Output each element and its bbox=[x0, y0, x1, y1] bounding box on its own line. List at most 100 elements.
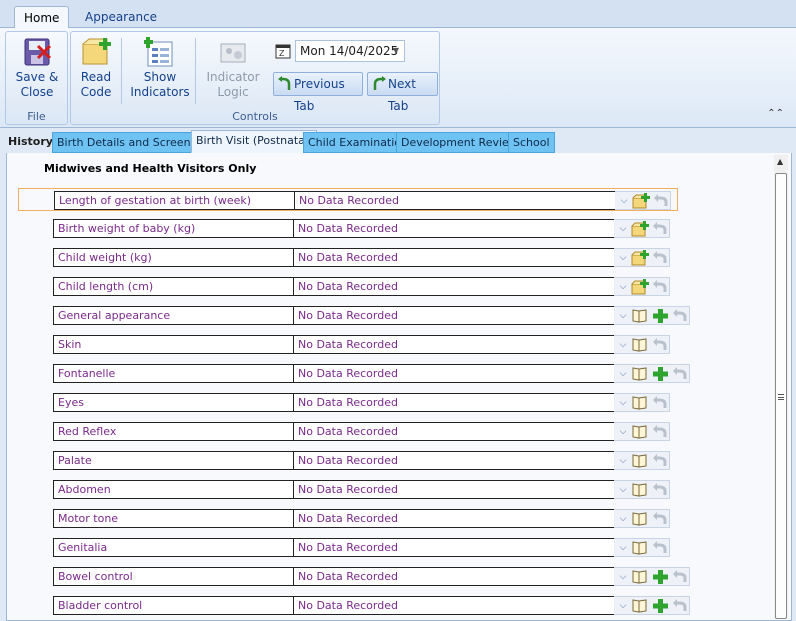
plus-icon[interactable] bbox=[651, 307, 669, 324]
save-close-label-1: Save & bbox=[15, 70, 59, 84]
picklist-book-icon[interactable] bbox=[631, 307, 649, 324]
picklist-book-icon[interactable] bbox=[631, 539, 649, 556]
plus-icon[interactable] bbox=[651, 568, 669, 585]
table-row[interactable]: Birth weight of baby (kg) No Data Recorde… bbox=[18, 217, 678, 240]
plus-icon[interactable] bbox=[651, 365, 669, 382]
undo-icon bbox=[651, 539, 669, 556]
chevron-down-icon[interactable]: ⌵ bbox=[617, 601, 629, 611]
picklist-book-icon[interactable] bbox=[631, 510, 649, 527]
tab-development-review[interactable]: Development Review bbox=[396, 132, 523, 153]
picklist-book-icon[interactable] bbox=[631, 394, 649, 411]
row-value[interactable]: No Data Recorded bbox=[293, 364, 614, 383]
chevron-down-icon[interactable]: ⌵ bbox=[617, 543, 629, 553]
chevron-down-icon[interactable]: ⌵ bbox=[617, 224, 629, 234]
table-row[interactable]: Red Reflex No Data Recorded ⌵ bbox=[18, 420, 678, 443]
table-row[interactable]: Bowel control No Data Recorded ⌵ bbox=[18, 565, 690, 588]
tab-birth-visit[interactable]: Birth Visit (Postnatal) bbox=[191, 130, 318, 153]
indicator-logic-button[interactable]: Indicator Logic bbox=[205, 36, 261, 100]
chevron-down-icon[interactable]: ⌵ bbox=[617, 572, 629, 582]
picklist-book-icon[interactable] bbox=[631, 365, 649, 382]
undo-icon bbox=[651, 336, 669, 353]
table-row[interactable]: Abdomen No Data Recorded ⌵ bbox=[18, 478, 678, 501]
row-label: Child length (cm) bbox=[53, 277, 294, 296]
chevron-down-icon[interactable]: ⌵ bbox=[617, 514, 629, 524]
picklist-book-icon[interactable] bbox=[631, 481, 649, 498]
add-value-icon[interactable] bbox=[631, 220, 649, 237]
row-value[interactable]: No Data Recorded bbox=[293, 335, 614, 354]
picklist-book-icon[interactable] bbox=[631, 597, 649, 614]
tab-school[interactable]: School bbox=[508, 132, 555, 153]
date-picker[interactable]: Mon 14/04/2025 ▼ bbox=[295, 40, 405, 62]
chevron-down-icon[interactable]: ⌵ bbox=[617, 369, 629, 379]
row-tools: ⌵ bbox=[614, 306, 690, 325]
add-value-icon[interactable] bbox=[632, 192, 650, 209]
ribbon-tab-home[interactable]: Home bbox=[14, 6, 70, 29]
table-row[interactable]: Palate No Data Recorded ⌵ bbox=[18, 449, 678, 472]
chevron-down-icon[interactable]: ▼ bbox=[393, 41, 399, 61]
scroll-up-icon[interactable]: ▲ bbox=[777, 157, 783, 166]
row-value[interactable]: No Data Recorded bbox=[293, 451, 614, 470]
row-value[interactable]: No Data Recorded bbox=[293, 596, 614, 615]
chevron-down-icon[interactable]: ⌵ bbox=[617, 340, 629, 350]
table-row[interactable]: Length of gestation at birth (week) No Da… bbox=[18, 188, 678, 211]
table-row[interactable]: General appearance No Data Recorded ⌵ bbox=[18, 304, 690, 327]
show-indicators-button[interactable]: Show Indicators bbox=[129, 36, 191, 100]
previous-tab-button[interactable]: Previous Tab bbox=[273, 72, 363, 113]
table-row[interactable]: Child length (cm) No Data Recorded ⌵ bbox=[18, 275, 678, 298]
row-value[interactable]: No Data Recorded bbox=[293, 538, 614, 557]
calendar-icon[interactable]: Z bbox=[275, 43, 291, 59]
table-row[interactable]: Genitalia No Data Recorded ⌵ bbox=[18, 536, 678, 559]
undo-icon bbox=[671, 597, 689, 614]
collapse-ribbon-icon[interactable]: ⌃⌃ bbox=[767, 108, 784, 119]
row-value[interactable]: No Data Recorded bbox=[293, 567, 614, 586]
row-value[interactable]: No Data Recorded bbox=[293, 248, 614, 267]
table-row[interactable]: Motor tone No Data Recorded ⌵ bbox=[18, 507, 678, 530]
row-value[interactable]: No Data Recorded bbox=[293, 393, 614, 412]
add-value-icon[interactable] bbox=[631, 249, 649, 266]
row-label: Abdomen bbox=[53, 480, 294, 499]
chevron-down-icon[interactable]: ⌵ bbox=[617, 282, 629, 292]
content-panel: Midwives and Health Visitors Only Length… bbox=[6, 153, 792, 621]
row-tools: ⌵ bbox=[614, 538, 670, 557]
chevron-down-icon[interactable]: ⌵ bbox=[617, 398, 629, 408]
chevron-down-icon[interactable]: ⌵ bbox=[618, 196, 630, 206]
picklist-book-icon[interactable] bbox=[631, 568, 649, 585]
table-row[interactable]: Child weight (kg) No Data Recorded ⌵ bbox=[18, 246, 678, 269]
row-value[interactable]: No Data Recorded bbox=[293, 306, 614, 325]
table-row[interactable]: Fontanelle No Data Recorded ⌵ bbox=[18, 362, 690, 385]
picklist-book-icon[interactable] bbox=[631, 336, 649, 353]
ribbon-tab-appearance[interactable]: Appearance bbox=[76, 6, 166, 29]
undo-icon bbox=[671, 307, 689, 324]
picklist-book-icon[interactable] bbox=[631, 452, 649, 469]
row-tools: ⌵ bbox=[614, 509, 670, 528]
row-value[interactable]: No Data Recorded bbox=[294, 191, 615, 210]
vertical-scrollbar[interactable]: ▲ bbox=[774, 155, 788, 619]
chevron-down-icon[interactable]: ⌵ bbox=[617, 427, 629, 437]
row-value[interactable]: No Data Recorded bbox=[293, 277, 614, 296]
add-value-icon[interactable] bbox=[631, 278, 649, 295]
row-value[interactable]: No Data Recorded bbox=[293, 422, 614, 441]
table-row[interactable]: Bladder control No Data Recorded ⌵ bbox=[18, 594, 690, 617]
table-row[interactable]: Eyes No Data Recorded ⌵ bbox=[18, 391, 678, 414]
tab-birth-details[interactable]: Birth Details and Screening bbox=[52, 132, 213, 153]
next-tab-button[interactable]: Next Tab bbox=[367, 72, 438, 113]
row-value[interactable]: No Data Recorded bbox=[293, 480, 614, 499]
chevron-down-icon[interactable]: ⌵ bbox=[617, 253, 629, 263]
ribbon: Save & Close File Read Code Show Indicat… bbox=[0, 28, 796, 128]
read-code-button[interactable]: Read Code bbox=[77, 36, 115, 100]
chevron-down-icon[interactable]: ⌵ bbox=[617, 456, 629, 466]
row-value[interactable]: No Data Recorded bbox=[293, 509, 614, 528]
separator bbox=[121, 38, 122, 104]
scroll-thumb[interactable] bbox=[775, 173, 787, 619]
svg-text:Z: Z bbox=[279, 49, 285, 58]
indicator-logic-icon bbox=[217, 36, 249, 68]
chevron-down-icon[interactable]: ⌵ bbox=[617, 485, 629, 495]
row-value[interactable]: No Data Recorded bbox=[293, 219, 614, 238]
row-tools: ⌵ bbox=[614, 451, 670, 470]
save-close-button[interactable]: Save & Close bbox=[13, 36, 61, 100]
picklist-book-icon[interactable] bbox=[631, 423, 649, 440]
file-group-label: File bbox=[27, 110, 46, 123]
table-row[interactable]: Skin No Data Recorded ⌵ bbox=[18, 333, 678, 356]
chevron-down-icon[interactable]: ⌵ bbox=[617, 311, 629, 321]
plus-icon[interactable] bbox=[651, 597, 669, 614]
